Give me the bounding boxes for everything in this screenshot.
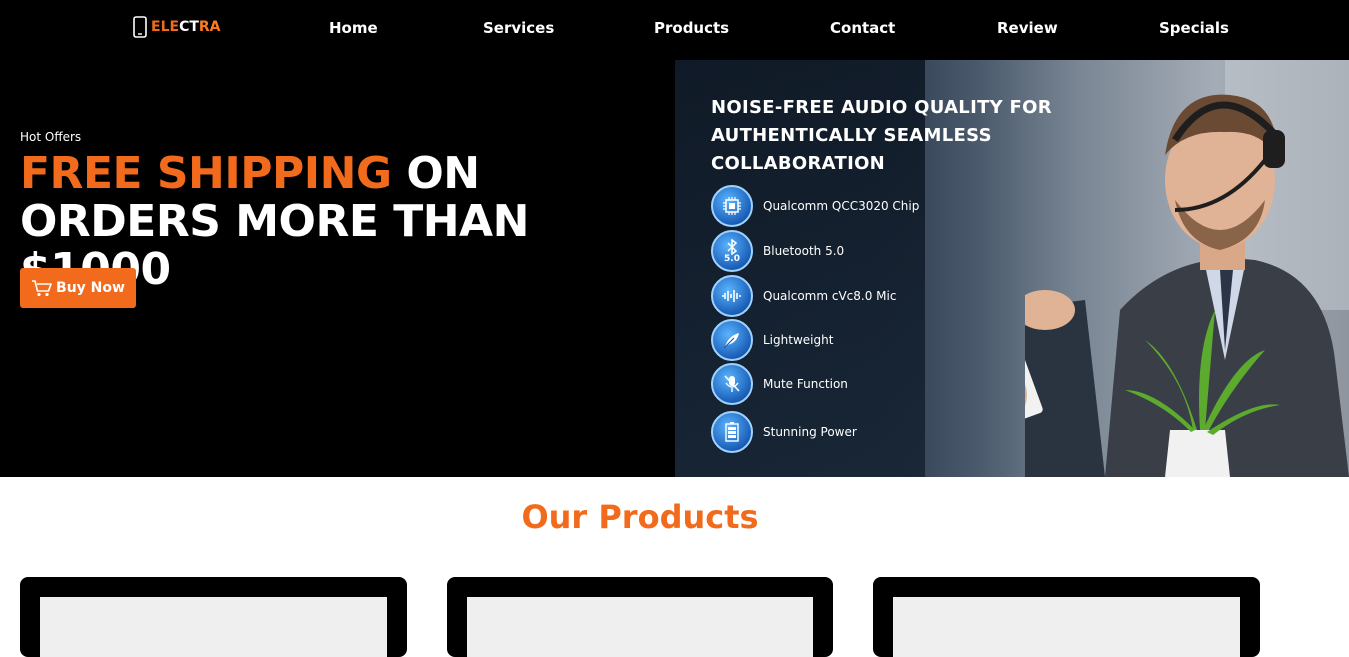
cart-icon: [32, 280, 52, 297]
phone-icon: [133, 16, 147, 38]
buy-now-button[interactable]: Buy Now: [20, 268, 136, 308]
promo-banner-image: NOISE-FREE AUDIO QUALITY FOR AUTHENTICAL…: [675, 60, 1349, 477]
hero-section: Hot Offers FREE SHIPPING ON ORDERS MORE …: [0, 60, 1349, 477]
feature-item: Qualcomm cVc8.0 Mic: [711, 275, 896, 317]
nav-link-home[interactable]: Home: [329, 19, 378, 37]
nav-link-products[interactable]: Products: [654, 19, 729, 37]
nav-link-review[interactable]: Review: [997, 19, 1058, 37]
nav-link-services[interactable]: Services: [483, 19, 554, 37]
feather-icon: [711, 319, 753, 361]
feature-label: Lightweight: [763, 333, 834, 347]
product-image: [893, 597, 1240, 657]
feature-item: Qualcomm QCC3020 Chip: [711, 185, 919, 227]
bluetooth-icon: 5.0: [711, 230, 753, 272]
feature-label: Qualcomm cVc8.0 Mic: [763, 289, 897, 303]
feature-label: Stunning Power: [763, 425, 857, 439]
feature-item: Lightweight: [711, 319, 833, 361]
feature-item: Mute Function: [711, 363, 848, 405]
battery-icon: [711, 411, 753, 453]
top-navbar: ELECTRA Home Services Products Contact R…: [0, 0, 1349, 60]
brand-logo[interactable]: ELECTRA: [133, 16, 221, 38]
nav-link-specials[interactable]: Specials: [1159, 19, 1229, 37]
nav-link-contact[interactable]: Contact: [830, 19, 895, 37]
product-card[interactable]: [20, 577, 407, 657]
product-card[interactable]: [447, 577, 833, 657]
feature-label: Qualcomm QCC3020 Chip: [763, 199, 920, 213]
feature-item: Stunning Power: [711, 411, 857, 453]
bluetooth-version-badge: 5.0: [724, 253, 740, 264]
person-with-headset-illustration: [1025, 60, 1349, 477]
feature-label: Bluetooth 5.0: [763, 244, 845, 258]
mic-mute-icon: [711, 363, 753, 405]
product-image: [40, 597, 387, 657]
hero-eyebrow: Hot Offers: [20, 130, 82, 144]
feature-label: Mute Function: [763, 377, 848, 391]
buy-now-label: Buy Now: [56, 280, 125, 296]
feature-item: 5.0 Bluetooth 5.0: [711, 230, 844, 272]
product-image: [467, 597, 813, 657]
product-card[interactable]: [873, 577, 1260, 657]
products-section-title: Our Products: [521, 498, 759, 536]
banner-title: NOISE-FREE AUDIO QUALITY FOR AUTHENTICAL…: [711, 97, 1052, 174]
soundwave-icon: [711, 275, 753, 317]
brand-name: ELECTRA: [151, 19, 221, 35]
chip-icon: [711, 185, 753, 227]
